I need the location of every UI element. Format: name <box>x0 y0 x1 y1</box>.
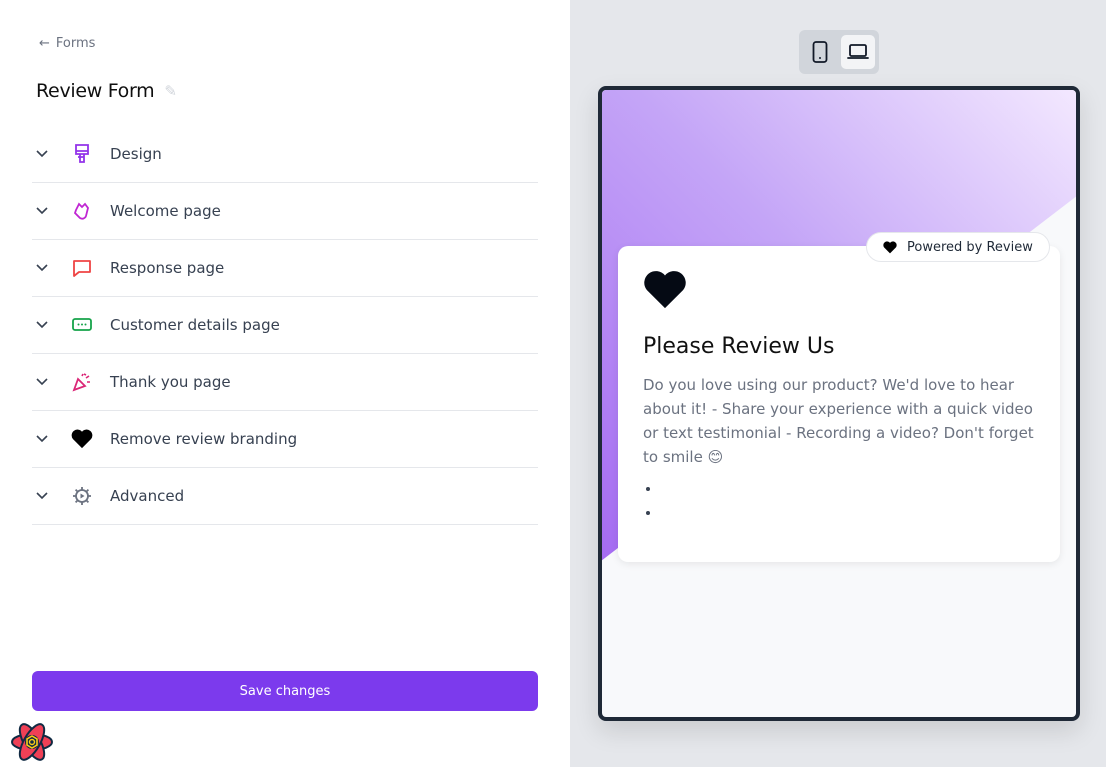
powered-by-badge[interactable]: Powered by Review <box>866 232 1050 262</box>
chevron-down-icon <box>34 150 50 158</box>
form-title-text: Review Form <box>36 80 155 102</box>
heart-icon <box>643 270 1035 314</box>
phone-icon <box>812 41 828 63</box>
preview-frame: Please Review Us Do you love using our p… <box>598 86 1080 721</box>
section-customer-details-page[interactable]: Customer details page <box>32 297 538 354</box>
section-label: Thank you page <box>110 373 231 391</box>
section-response-page[interactable]: Response page <box>32 240 538 297</box>
desktop-view-button[interactable] <box>841 35 875 69</box>
section-remove-review-branding[interactable]: Remove review branding <box>32 411 538 468</box>
bullet-item <box>661 477 1035 501</box>
section-label: Remove review branding <box>110 430 298 448</box>
section-label: Design <box>110 145 162 163</box>
section-welcome-page[interactable]: Welcome page <box>32 183 538 240</box>
arrow-left-icon: ← <box>39 36 50 51</box>
paintbrush-icon <box>71 144 93 164</box>
preview-title: Please Review Us <box>643 334 835 359</box>
chevron-down-icon <box>34 264 50 272</box>
section-label: Response page <box>110 259 225 277</box>
section-label: Advanced <box>110 487 185 505</box>
settings-accordion: Design Welcome page Response page Custom… <box>32 126 538 525</box>
react-devtools-logo-icon[interactable] <box>10 722 54 766</box>
back-link[interactable]: ← Forms <box>39 36 95 51</box>
chevron-down-icon <box>34 378 50 386</box>
form-title[interactable]: Review Form ✎ <box>36 80 177 102</box>
heart-icon <box>883 240 897 253</box>
editor-panel: ← Forms Review Form ✎ Design Welcome page … <box>0 0 570 767</box>
pencil-icon[interactable]: ✎ <box>164 82 177 100</box>
chevron-down-icon <box>34 435 50 443</box>
preview-card: Please Review Us Do you love using our p… <box>618 246 1060 562</box>
party-popper-icon <box>71 372 93 392</box>
gear-icon <box>71 486 93 506</box>
chat-bubble-icon <box>71 258 93 278</box>
heart-icon <box>71 429 93 449</box>
chevron-down-icon <box>34 321 50 329</box>
powered-label: Powered by Review <box>907 239 1033 255</box>
chevron-down-icon <box>34 207 50 215</box>
bullet-item <box>661 501 1035 525</box>
preview-description: Do you love using our product? We'd love… <box>643 376 1034 466</box>
section-advanced[interactable]: Advanced <box>32 468 538 525</box>
input-field-icon <box>71 318 93 332</box>
chevron-down-icon <box>34 492 50 500</box>
preview-bullets <box>643 477 1035 525</box>
mobile-view-button[interactable] <box>803 35 837 69</box>
section-thank-you-page[interactable]: Thank you page <box>32 354 538 411</box>
section-design[interactable]: Design <box>32 126 538 183</box>
section-label: Welcome page <box>110 202 221 220</box>
device-toggle <box>799 30 879 74</box>
back-label: Forms <box>55 36 96 51</box>
laptop-icon <box>847 44 869 59</box>
section-label: Customer details page <box>110 316 280 334</box>
save-changes-button[interactable]: Save changes <box>32 671 538 711</box>
waving-hand-icon <box>71 201 93 221</box>
